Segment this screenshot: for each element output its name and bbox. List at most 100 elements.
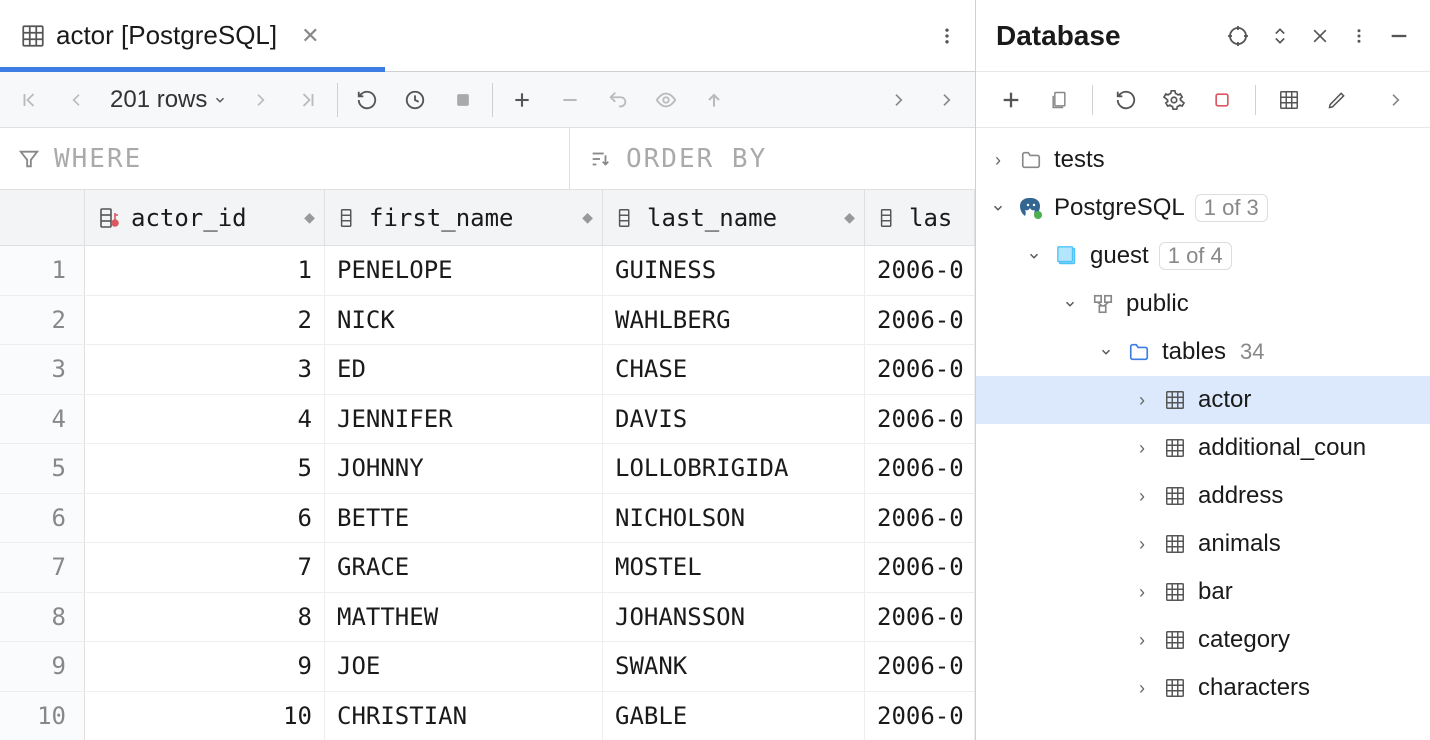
cell-last-update[interactable]: 2006-0 xyxy=(865,345,975,394)
chevron-right-icon[interactable] xyxy=(883,85,913,115)
table-row[interactable]: 55JOHNNYLOLLOBRIGIDA2006-0 xyxy=(0,444,975,494)
cell-actor-id[interactable]: 2 xyxy=(85,296,325,345)
add-datasource-icon[interactable] xyxy=(996,85,1026,115)
expand-icon[interactable]: › xyxy=(1132,390,1152,411)
cell-last-name[interactable]: CHASE xyxy=(603,345,865,394)
cell-actor-id[interactable]: 1 xyxy=(85,246,325,295)
tree-node-table[interactable]: ›bar xyxy=(976,568,1430,616)
commit-preview-icon[interactable] xyxy=(651,85,681,115)
chevron-right-2-icon[interactable] xyxy=(931,85,961,115)
tree-node-guest[interactable]: guest 1 of 4 xyxy=(976,232,1430,280)
cell-first-name[interactable]: JENNIFER xyxy=(325,395,603,444)
cell-last-name[interactable]: GABLE xyxy=(603,692,865,740)
remove-row-icon[interactable] xyxy=(555,85,585,115)
cell-first-name[interactable]: JOE xyxy=(325,642,603,691)
cell-last-update[interactable]: 2006-0 xyxy=(865,593,975,642)
cell-actor-id[interactable]: 10 xyxy=(85,692,325,740)
sort-handle-icon[interactable]: ◆ xyxy=(582,214,590,222)
cell-actor-id[interactable]: 6 xyxy=(85,494,325,543)
revert-icon[interactable] xyxy=(603,85,633,115)
prev-page-icon[interactable] xyxy=(62,85,92,115)
table-row[interactable]: 11PENELOPEGUINESS2006-0 xyxy=(0,246,975,296)
cell-last-name[interactable]: SWANK xyxy=(603,642,865,691)
expand-icon[interactable]: › xyxy=(1132,438,1152,459)
where-filter[interactable]: WHERE xyxy=(0,128,570,189)
expand-icon[interactable]: › xyxy=(1132,486,1152,507)
settings-icon[interactable] xyxy=(1159,85,1189,115)
collapse-icon[interactable] xyxy=(1024,249,1044,263)
table-row[interactable]: 1010CHRISTIANGABLE2006-0 xyxy=(0,692,975,740)
cell-last-name[interactable]: DAVIS xyxy=(603,395,865,444)
table-row[interactable]: 88MATTHEWJOHANSSON2006-0 xyxy=(0,593,975,643)
table-row[interactable]: 44JENNIFERDAVIS2006-0 xyxy=(0,395,975,445)
jump-to-table-icon[interactable] xyxy=(1274,85,1304,115)
database-tree[interactable]: › tests PostgreSQL 1 of 3 guest 1 of 4 p… xyxy=(976,128,1430,740)
grid-body[interactable]: 11PENELOPEGUINESS2006-022NICKWAHLBERG200… xyxy=(0,246,975,740)
cell-last-update[interactable]: 2006-0 xyxy=(865,395,975,444)
table-row[interactable]: 66BETTENICHOLSON2006-0 xyxy=(0,494,975,544)
collapse-icon[interactable] xyxy=(988,201,1008,215)
cell-last-update[interactable]: 2006-0 xyxy=(865,692,975,740)
refresh-icon[interactable] xyxy=(352,85,382,115)
stop-connection-icon[interactable] xyxy=(1207,85,1237,115)
cell-last-name[interactable]: LOLLOBRIGIDA xyxy=(603,444,865,493)
column-header-actor-id[interactable]: actor_id ◆ xyxy=(85,190,325,245)
collapse-icon[interactable] xyxy=(1096,345,1116,359)
cell-first-name[interactable]: JOHNNY xyxy=(325,444,603,493)
tree-node-table[interactable]: ›characters xyxy=(976,664,1430,712)
cell-last-name[interactable]: NICHOLSON xyxy=(603,494,865,543)
cell-actor-id[interactable]: 7 xyxy=(85,543,325,592)
cell-last-update[interactable]: 2006-0 xyxy=(865,444,975,493)
tree-node-public[interactable]: public xyxy=(976,280,1430,328)
table-row[interactable]: 99JOESWANK2006-0 xyxy=(0,642,975,692)
next-page-icon[interactable] xyxy=(245,85,275,115)
cell-first-name[interactable]: CHRISTIAN xyxy=(325,692,603,740)
cell-last-name[interactable]: WAHLBERG xyxy=(603,296,865,345)
cell-actor-id[interactable]: 9 xyxy=(85,642,325,691)
expand-collapse-icon[interactable] xyxy=(1270,26,1290,46)
row-count-dropdown[interactable]: 201 rows xyxy=(110,86,227,114)
table-row[interactable]: 77GRACEMOSTEL2006-0 xyxy=(0,543,975,593)
minimize-icon[interactable] xyxy=(1388,25,1410,47)
refresh-schema-icon[interactable] xyxy=(1111,85,1141,115)
more-icon[interactable] xyxy=(1350,27,1368,45)
history-icon[interactable] xyxy=(400,85,430,115)
tree-node-table[interactable]: ›animals xyxy=(976,520,1430,568)
sort-handle-icon[interactable]: ◆ xyxy=(304,214,312,222)
cell-first-name[interactable]: ED xyxy=(325,345,603,394)
cell-actor-id[interactable]: 4 xyxy=(85,395,325,444)
cell-first-name[interactable]: GRACE xyxy=(325,543,603,592)
cell-last-update[interactable]: 2006-0 xyxy=(865,296,975,345)
cell-first-name[interactable]: BETTE xyxy=(325,494,603,543)
cell-actor-id[interactable]: 8 xyxy=(85,593,325,642)
tree-node-table[interactable]: ›category xyxy=(976,616,1430,664)
expand-icon[interactable]: › xyxy=(1132,534,1152,555)
orderby-filter[interactable]: ORDER BY xyxy=(570,128,975,189)
add-row-icon[interactable] xyxy=(507,85,537,115)
cell-last-update[interactable]: 2006-0 xyxy=(865,543,975,592)
expand-icon[interactable]: › xyxy=(1132,678,1152,699)
target-icon[interactable] xyxy=(1226,24,1250,48)
tree-node-tables[interactable]: tables 34 xyxy=(976,328,1430,376)
first-page-icon[interactable] xyxy=(14,85,44,115)
cell-last-name[interactable]: MOSTEL xyxy=(603,543,865,592)
stop-icon[interactable] xyxy=(448,85,478,115)
tab-actor[interactable]: actor [PostgreSQL] ✕ xyxy=(0,0,340,71)
last-page-icon[interactable] xyxy=(293,85,323,115)
cell-last-name[interactable]: JOHANSSON xyxy=(603,593,865,642)
table-row[interactable]: 22NICKWAHLBERG2006-0 xyxy=(0,296,975,346)
cell-first-name[interactable]: MATTHEW xyxy=(325,593,603,642)
cell-last-update[interactable]: 2006-0 xyxy=(865,494,975,543)
expand-icon[interactable]: › xyxy=(988,150,1008,171)
expand-icon[interactable]: › xyxy=(1132,630,1152,651)
cell-first-name[interactable]: NICK xyxy=(325,296,603,345)
tree-node-table[interactable]: ›actor xyxy=(976,376,1430,424)
tree-node-tests[interactable]: › tests xyxy=(976,136,1430,184)
tree-node-postgresql[interactable]: PostgreSQL 1 of 3 xyxy=(976,184,1430,232)
hide-icon[interactable] xyxy=(1310,26,1330,46)
expand-icon[interactable]: › xyxy=(1132,582,1152,603)
cell-last-update[interactable]: 2006-0 xyxy=(865,246,975,295)
edit-icon[interactable] xyxy=(1322,85,1352,115)
submit-icon[interactable] xyxy=(699,85,729,115)
collapse-icon[interactable] xyxy=(1060,297,1080,311)
